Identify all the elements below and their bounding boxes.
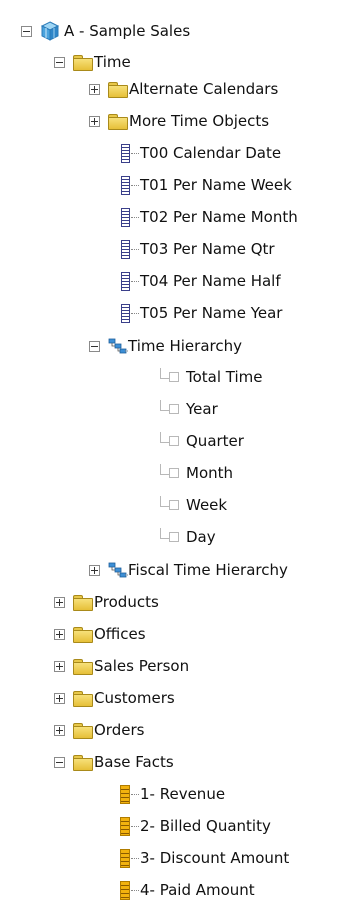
tree-node-measure[interactable]: 3- Discount Amount (120, 843, 289, 873)
tree-node-label: Products (94, 593, 159, 611)
folder-icon (73, 658, 93, 675)
tree-node-label: Customers (94, 689, 175, 707)
column-icon (121, 175, 130, 195)
folder-icon (73, 594, 93, 611)
folder-icon (108, 113, 128, 130)
tree-node-label: 3- Discount Amount (140, 849, 290, 867)
tree-node-level[interactable]: Week (160, 490, 227, 520)
tree-node-label: T04 Per Name Half (140, 272, 281, 290)
expand-toggle-icon[interactable] (54, 596, 65, 608)
folder-icon (73, 690, 93, 707)
tree-node-label: Time (94, 53, 131, 71)
tree-node-label: Quarter (186, 432, 244, 450)
tree-node-label: A - Sample Sales (64, 22, 191, 40)
collapse-toggle-icon[interactable] (89, 340, 100, 352)
tree-node-label: T00 Calendar Date (140, 144, 282, 162)
column-icon (121, 271, 130, 291)
tree-node-measure[interactable]: 4- Paid Amount (120, 875, 255, 905)
tree-node-level[interactable]: Month (160, 458, 233, 488)
expand-toggle-icon[interactable] (89, 115, 100, 127)
tree-node-label: More Time Objects (129, 112, 270, 130)
folder-icon (73, 54, 93, 71)
tree-node-offices[interactable]: Offices (54, 619, 146, 649)
tree-node-label: Day (186, 528, 216, 546)
tree-node-time-hierarchy[interactable]: Time Hierarchy (89, 331, 242, 361)
tree-node-label: Base Facts (94, 753, 174, 771)
tree-node-level[interactable]: Quarter (160, 426, 244, 456)
folder-icon (73, 626, 93, 643)
tree-node-label: Offices (94, 625, 146, 643)
tree-node-measure[interactable]: 2- Billed Quantity (120, 811, 271, 841)
tree-node-label: Orders (94, 721, 145, 739)
tree-node-fiscal-time-hierarchy[interactable]: Fiscal Time Hierarchy (89, 555, 288, 585)
tree-node-label: T01 Per Name Week (140, 176, 292, 194)
tree-node-column[interactable]: T02 Per Name Month (121, 202, 298, 232)
measure-icon (120, 816, 130, 836)
tree-node-orders[interactable]: Orders (54, 715, 144, 745)
tree-node-level[interactable]: Year (160, 394, 218, 424)
column-icon (121, 239, 130, 259)
expand-toggle-icon[interactable] (54, 628, 65, 640)
tree-node-time[interactable]: Time (54, 47, 131, 77)
tree-node-column[interactable]: T05 Per Name Year (121, 298, 282, 328)
collapse-toggle-icon[interactable] (54, 56, 65, 68)
folder-icon (108, 81, 128, 98)
tree-node-label: Sales Person (94, 657, 190, 675)
column-icon (121, 303, 130, 323)
expand-toggle-icon[interactable] (89, 564, 100, 576)
tree-node-products[interactable]: Products (54, 587, 159, 617)
tree-node-label: 2- Billed Quantity (140, 817, 271, 835)
tree-node-column[interactable]: T01 Per Name Week (121, 170, 292, 200)
tree-node-label: T02 Per Name Month (140, 208, 298, 226)
tree-node-column[interactable]: T04 Per Name Half (121, 266, 281, 296)
tree-node-label: T05 Per Name Year (140, 304, 283, 322)
tree-node-root[interactable]: A - Sample Sales (21, 16, 190, 46)
tree-node-level[interactable]: Total Time (160, 362, 263, 392)
folder-icon (73, 722, 93, 739)
tree-node-measure[interactable]: 1- Revenue (120, 779, 225, 809)
column-icon (121, 143, 130, 163)
hierarchy-icon (108, 562, 128, 578)
tree-node-label: Week (186, 496, 228, 514)
level-icon (169, 468, 179, 478)
tree-node-level[interactable]: Day (160, 522, 216, 552)
expand-toggle-icon[interactable] (54, 692, 65, 704)
folder-icon (73, 754, 93, 771)
tree-node-column[interactable]: T03 Per Name Qtr (121, 234, 275, 264)
tree-node-label: Fiscal Time Hierarchy (128, 561, 288, 579)
cube-icon (40, 21, 60, 41)
tree-node-label: Month (186, 464, 234, 482)
level-icon (169, 500, 179, 510)
tree-node-sales-person[interactable]: Sales Person (54, 651, 189, 681)
level-icon (169, 372, 179, 382)
tree-node-base-facts[interactable]: Base Facts (54, 747, 174, 777)
level-icon (169, 532, 179, 542)
tree-node-label: 4- Paid Amount (140, 881, 255, 899)
level-icon (169, 436, 179, 446)
measure-icon (120, 848, 130, 868)
tree-node-label: Total Time (186, 368, 263, 386)
tree-node-label: T03 Per Name Qtr (140, 240, 275, 258)
measure-icon (120, 880, 130, 900)
tree-node-label: Alternate Calendars (129, 80, 279, 98)
tree-node-label: Year (186, 400, 218, 418)
tree-node-alternate-calendars[interactable]: Alternate Calendars (89, 74, 278, 104)
tree-node-more-time-objects[interactable]: More Time Objects (89, 106, 269, 136)
collapse-toggle-icon[interactable] (54, 756, 65, 768)
expand-toggle-icon[interactable] (89, 83, 100, 95)
tree-node-label: 1- Revenue (140, 785, 226, 803)
expand-toggle-icon[interactable] (54, 724, 65, 736)
expand-toggle-icon[interactable] (54, 660, 65, 672)
subject-area-tree: A - Sample Sales Time Alternate Calendar… (0, 0, 358, 903)
level-icon (169, 404, 179, 414)
collapse-toggle-icon[interactable] (21, 25, 32, 37)
hierarchy-icon (108, 338, 128, 354)
tree-node-customers[interactable]: Customers (54, 683, 175, 713)
tree-node-column[interactable]: T00 Calendar Date (121, 138, 281, 168)
tree-node-label: Time Hierarchy (128, 337, 242, 355)
column-icon (121, 207, 130, 227)
measure-icon (120, 784, 130, 804)
